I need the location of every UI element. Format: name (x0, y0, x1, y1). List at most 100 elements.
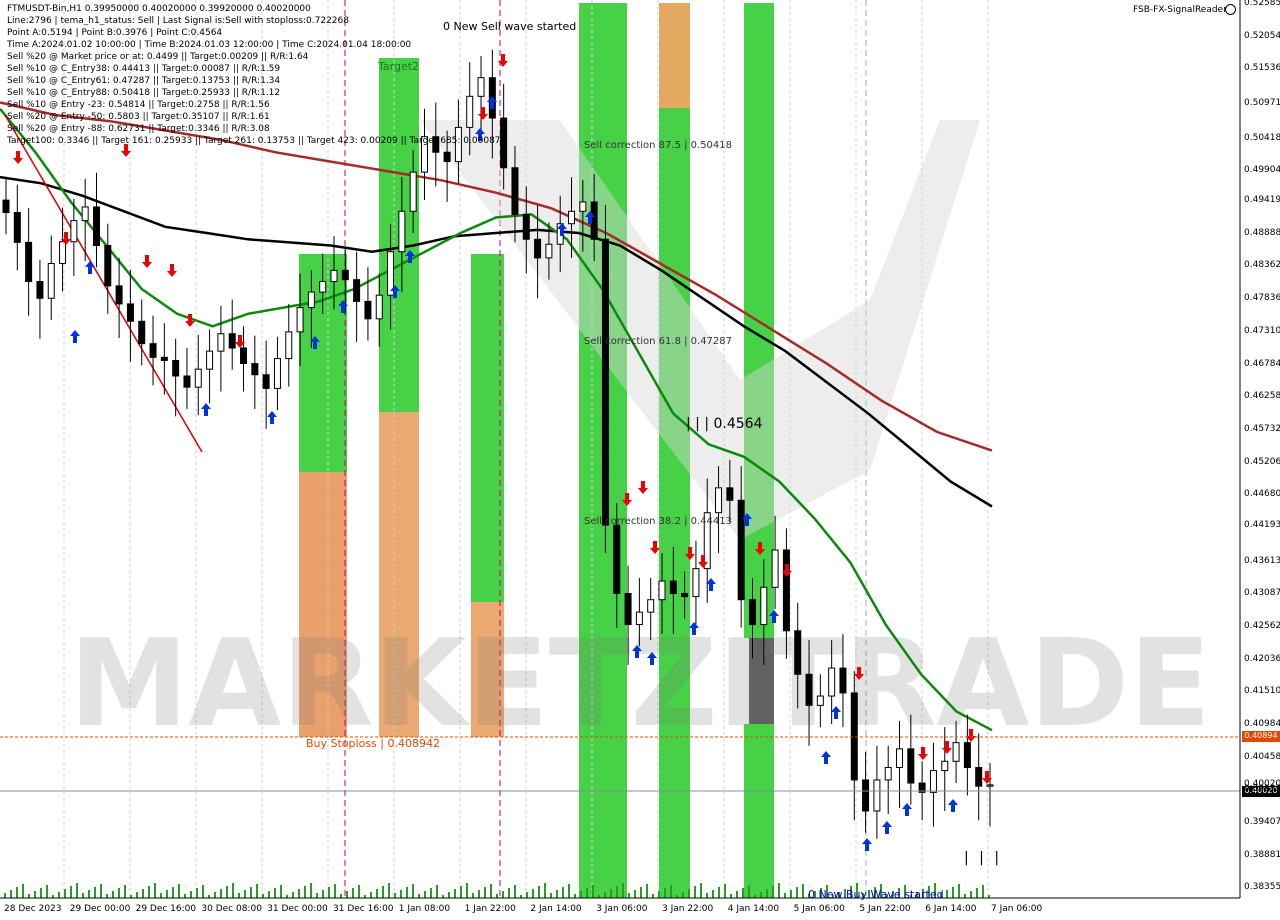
x-tick-label: 3 Jan 06:00 (596, 904, 648, 914)
candle-body (850, 692, 858, 781)
candle-body (771, 549, 779, 588)
candle-body (907, 748, 915, 784)
volume-bar (622, 883, 624, 898)
candle (929, 742, 937, 827)
candle-body (262, 374, 270, 389)
volume-bar (346, 891, 348, 898)
volume-bar (220, 889, 222, 898)
volume-bar (256, 884, 258, 898)
candle-body (715, 487, 723, 514)
volume-bar (454, 889, 456, 898)
volume-bar (358, 885, 360, 898)
volume-bar (766, 889, 768, 898)
x-tick-label: 5 Jan 22:00 (859, 904, 911, 914)
volume-bar (268, 891, 270, 898)
candle-body (579, 201, 587, 212)
candle-body (307, 291, 315, 309)
volume-bar (778, 883, 780, 898)
volume-bar (238, 893, 240, 898)
info-line: Time A:2024.01.02 10:00:00 | Time B:2024… (7, 40, 412, 50)
x-tick-label: 3 Jan 22:00 (662, 904, 714, 914)
y-tick-label: 0.42036 (1244, 653, 1280, 664)
candle-body (194, 368, 202, 388)
volume-bar (460, 886, 462, 898)
candle-body (160, 356, 168, 361)
volume-bar (556, 890, 558, 898)
candle (217, 305, 225, 392)
candle-body (409, 171, 417, 212)
candle-body (522, 213, 530, 240)
volume-bar (376, 889, 378, 898)
volume-bar (28, 894, 30, 898)
candle-body (681, 592, 689, 598)
candle-body (658, 580, 666, 601)
x-tick-label: 29 Dec 16:00 (135, 904, 197, 914)
candle (183, 348, 191, 409)
candle (126, 269, 134, 362)
candle-body (805, 673, 813, 706)
sell-arrow-icon (13, 151, 23, 164)
x-tick-label: 29 Dec 00:00 (69, 904, 131, 914)
candle-body (828, 667, 836, 697)
volume-bar (550, 893, 552, 898)
volume-bar (508, 888, 510, 898)
smiley-icon (1225, 4, 1236, 15)
candle-body (25, 241, 33, 283)
y-tick-label: 0.44193 (1244, 519, 1280, 530)
candle-body (341, 269, 349, 281)
volume-bar (982, 885, 984, 898)
volume-bar (748, 885, 750, 898)
candle (59, 207, 67, 292)
volume-bar (418, 894, 420, 898)
sell-arrow-icon (167, 264, 177, 277)
candle-body (624, 592, 632, 626)
info-line: Sell %10 @ Entry -23: 0.54814 || Target:… (7, 100, 270, 110)
y-tick-label: 0.50971 (1244, 98, 1280, 109)
volume-bar (718, 887, 720, 898)
sell-wave-label: 0 New Sell wave started (443, 20, 577, 33)
y-tick-label: 0.43613 (1244, 555, 1280, 566)
x-tick-label: 7 Jan 06:00 (991, 904, 1043, 914)
candle-body (748, 599, 756, 626)
y-tick-label: 0.49904 (1244, 164, 1280, 175)
buy-arrow-icon (201, 403, 211, 416)
candle-body (296, 307, 304, 333)
info-line: Sell %10 @ C_Entry38: 0.44413 || Target:… (7, 64, 281, 74)
candle-body (285, 331, 293, 360)
candle-body (941, 760, 949, 772)
candle-body (251, 363, 259, 376)
brand-label: FSB-FX-SignalReader (1133, 5, 1227, 15)
candle (228, 299, 236, 370)
candle (206, 329, 214, 404)
candle-body (172, 359, 180, 377)
x-tick-label: 31 Dec 00:00 (267, 904, 328, 914)
candle-body (443, 151, 451, 163)
volume-bar (88, 890, 90, 898)
volume-bar (124, 885, 126, 898)
volume-bar (472, 893, 474, 898)
volume-bar (796, 887, 798, 898)
volume-bar (262, 894, 264, 898)
volume-bar (592, 885, 594, 898)
volume-bar (298, 889, 300, 898)
candle-body (952, 742, 960, 762)
volume-bar (538, 886, 540, 898)
volume-bar (946, 890, 948, 898)
volume-bar (178, 884, 180, 898)
volume-bar (280, 885, 282, 898)
candle (862, 751, 870, 833)
volume-bar (148, 886, 150, 898)
volume-bar (586, 888, 588, 898)
info-line: Point A:0.5194 | Point B:0.3976 | Point … (7, 28, 223, 38)
volume-bar (10, 890, 12, 898)
candle-body (138, 320, 146, 345)
volume-bar (136, 892, 138, 898)
volume-bar (640, 887, 642, 898)
volume-bar (106, 894, 108, 898)
volume-bar (724, 884, 726, 898)
candle-body (613, 524, 621, 594)
candle-body (635, 611, 643, 626)
volume-bar (16, 887, 18, 898)
volume-bar (448, 892, 450, 898)
candle-body (36, 281, 44, 299)
